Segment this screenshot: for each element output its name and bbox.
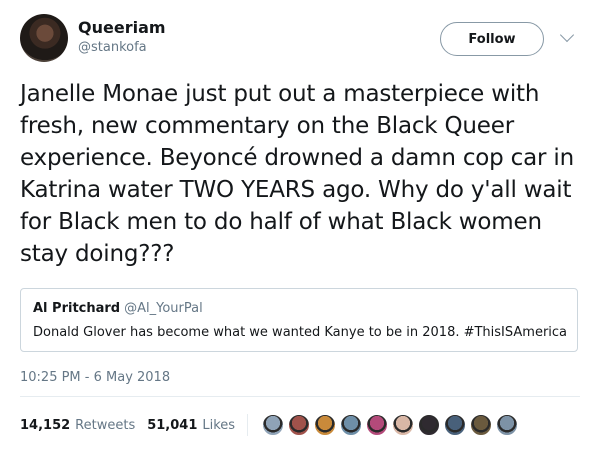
likers-avatars <box>262 414 522 436</box>
liker-avatar[interactable] <box>340 414 363 436</box>
liker-avatar[interactable] <box>288 414 311 436</box>
liker-avatar[interactable] <box>470 414 493 436</box>
author-avatar[interactable] <box>20 14 68 62</box>
quoted-tweet[interactable]: Al Pritchard @Al_YourPal Donald Glover ha… <box>20 288 578 352</box>
follow-button[interactable]: Follow <box>440 22 544 56</box>
liker-avatar[interactable] <box>496 414 519 436</box>
quoted-author-handle: @Al_YourPal <box>124 301 203 316</box>
tweet-text: Janelle Monae just put out a masterpiece… <box>20 81 574 267</box>
tweet-stats: 14,152 Retweets 51,041 Likes <box>20 414 522 436</box>
retweets-stat[interactable]: 14,152 Retweets <box>20 418 135 433</box>
liker-avatar[interactable] <box>418 414 441 436</box>
retweets-label: Retweets <box>75 417 136 433</box>
quoted-text: Donald Glover has become what we wanted … <box>33 325 568 340</box>
liker-avatar[interactable] <box>366 414 389 436</box>
author-handle[interactable]: @stankofa <box>78 40 147 55</box>
divider <box>20 396 580 397</box>
stats-divider <box>247 414 249 436</box>
tweet-timestamp[interactable]: 10:25 PM - 6 May 2018 <box>20 370 170 385</box>
author-name[interactable]: Queeriam <box>78 18 166 37</box>
liker-avatar[interactable] <box>262 414 285 436</box>
quoted-author: Al Pritchard @Al_YourPal <box>33 301 203 316</box>
quoted-author-name: Al Pritchard <box>33 301 121 316</box>
likes-label: Likes <box>202 417 236 433</box>
likes-stat[interactable]: 51,041 Likes <box>147 418 235 433</box>
liker-avatar[interactable] <box>444 414 467 436</box>
liker-avatar[interactable] <box>392 414 415 436</box>
retweets-count: 14,152 <box>20 417 71 433</box>
chevron-down-icon[interactable] <box>559 27 575 43</box>
likes-count: 51,041 <box>147 417 198 433</box>
liker-avatar[interactable] <box>314 414 337 436</box>
